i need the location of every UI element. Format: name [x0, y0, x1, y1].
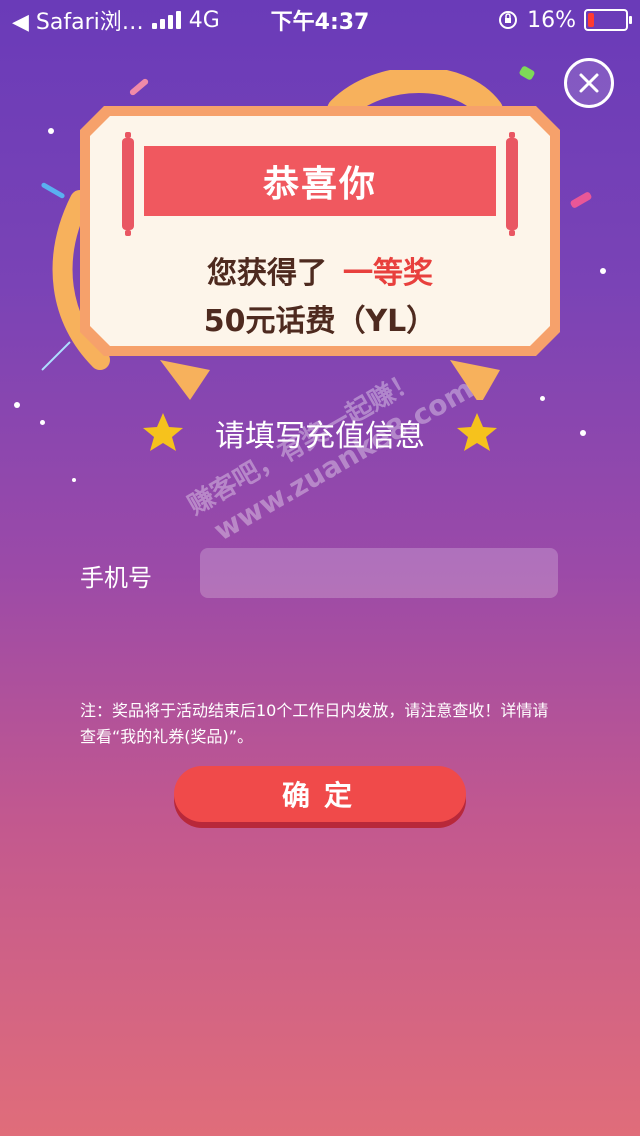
close-button[interactable] [564, 58, 614, 108]
close-icon [579, 73, 599, 93]
status-time: 下午4:37 [270, 10, 370, 35]
prize-prefix: 您获得了 [207, 256, 327, 291]
confetti [72, 478, 76, 482]
scroll-rod-left [122, 132, 134, 236]
star-icon [143, 413, 183, 451]
info-heading: 请填写充值信息 [0, 408, 640, 458]
confetti [48, 128, 54, 134]
status-bar: ◀ Safari浏… 4G 下午4:37 16% [0, 0, 640, 40]
status-left: ◀ Safari浏… 4G [12, 4, 220, 36]
network-type: 4G [188, 7, 220, 33]
prize-note: 注：奖品将于活动结束后10个工作日内发放，请注意查收！详情请查看“我的礼券(奖品… [80, 701, 549, 746]
back-to-safari[interactable]: ◀ Safari浏… [12, 4, 144, 36]
phone-label: 手机号 [80, 564, 152, 592]
prize-tier: 一等奖 [343, 256, 433, 291]
orientation-lock-icon [499, 11, 518, 29]
battery-level [588, 13, 595, 27]
scroll-rod-right [506, 132, 518, 236]
prize-detail: 50元话费（YL） [203, 304, 437, 339]
confetti [540, 396, 545, 401]
battery-percent: 16% [527, 7, 576, 33]
star-icon [457, 413, 497, 451]
signal-icon [151, 11, 181, 29]
confirm-button[interactable]: 确定 [174, 766, 466, 822]
prize-line: 您获得了 一等奖 [0, 248, 640, 292]
status-right: 16% [497, 7, 632, 33]
info-heading-text: 请填写充值信息 [215, 419, 425, 454]
phone-input[interactable] [200, 548, 558, 598]
congrats-title: 恭喜你 [144, 146, 496, 216]
battery-icon [584, 9, 632, 31]
